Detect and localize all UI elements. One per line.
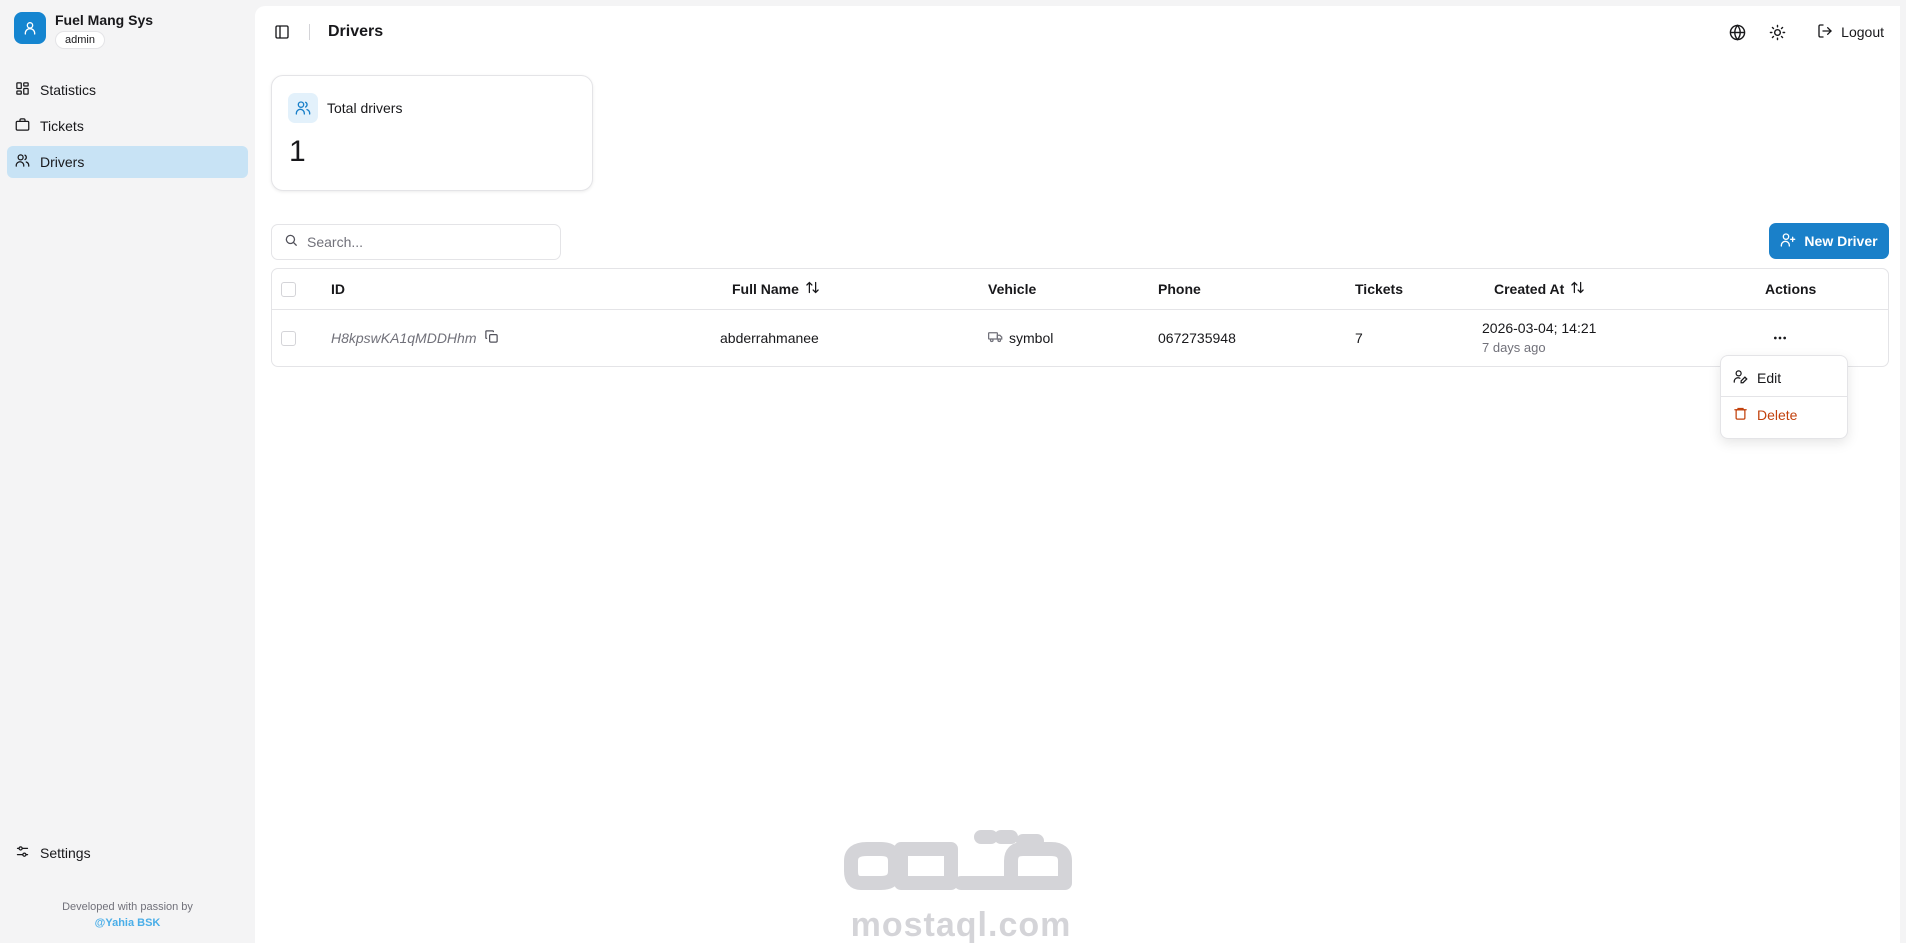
stat-value: 1	[289, 135, 306, 168]
watermark-text: mostaql.com	[850, 906, 1072, 943]
column-header-tickets: Tickets	[1355, 281, 1403, 297]
dashboard-icon	[15, 81, 30, 99]
logout-icon	[1817, 23, 1833, 42]
globe-icon[interactable]	[1727, 22, 1747, 42]
row-actions-button[interactable]	[1768, 326, 1792, 350]
column-header-actions: Actions	[1765, 281, 1817, 297]
sidebar-item-statistics[interactable]: Statistics	[7, 74, 248, 106]
column-header-label: Full Name	[732, 281, 799, 297]
sidebar-item-label: Settings	[40, 845, 91, 861]
sidebar: Fuel Mang Sys admin Statistics Tickets D…	[0, 0, 255, 943]
sidebar-nav: Statistics Tickets Drivers	[0, 62, 255, 178]
brand[interactable]: Fuel Mang Sys admin	[0, 0, 255, 62]
row-checkbox[interactable]	[281, 330, 296, 346]
sort-icon	[1570, 280, 1585, 298]
topbar: Drivers Logout	[255, 6, 1900, 58]
column-header-phone: Phone	[1158, 281, 1201, 297]
sidebar-item-settings[interactable]: Settings	[7, 837, 248, 869]
trash-icon	[1733, 406, 1748, 424]
page-title: Drivers	[328, 23, 384, 40]
created-relative: 7 days ago	[1482, 340, 1546, 355]
new-driver-button[interactable]: New Driver	[1769, 223, 1889, 259]
drivers-table: ID Full Name Vehicle Phone Tickets Creat…	[271, 268, 1889, 367]
truck-icon	[988, 329, 1003, 347]
driver-vehicle: symbol	[1009, 330, 1054, 346]
role-badge: admin	[55, 31, 105, 49]
credit-author-link[interactable]: @Yahia BSK	[7, 915, 248, 931]
logout-label: Logout	[1841, 24, 1884, 40]
new-driver-label: New Driver	[1804, 233, 1878, 249]
brand-title: Fuel Mang Sys	[55, 12, 154, 28]
users-icon	[15, 153, 30, 171]
sliders-icon	[15, 844, 30, 862]
search-input[interactable]	[307, 234, 547, 250]
logout-button[interactable]: Logout	[1817, 23, 1884, 42]
total-drivers-card: Total drivers 1	[271, 75, 593, 191]
menu-item-edit[interactable]: Edit	[1725, 360, 1843, 396]
sidebar-item-label: Tickets	[40, 118, 84, 134]
watermark: mostaql.com	[841, 821, 1081, 943]
column-header-created-at[interactable]: Created At	[1494, 280, 1585, 298]
driver-created-at-cell: 2026-03-04; 14:21 7 days ago	[1482, 318, 1596, 358]
menu-delete-label: Delete	[1757, 407, 1798, 423]
users-icon	[288, 93, 318, 123]
created-date: 2026-03-04; 14:21	[1482, 320, 1597, 336]
credit: Developed with passion by @Yahia BSK	[7, 899, 248, 931]
column-header-id: ID	[331, 281, 345, 297]
sort-icon	[805, 280, 820, 298]
table-row: H8kpswKA1qMDDHhm abderrahmanee symbol 06…	[272, 310, 1888, 366]
menu-item-delete[interactable]: Delete	[1725, 397, 1843, 433]
divider	[309, 24, 310, 40]
sidebar-item-label: Statistics	[40, 82, 97, 98]
driver-id-cell: H8kpswKA1qMDDHhm	[331, 329, 499, 347]
driver-phone: 0672735948	[1158, 330, 1236, 346]
edit-user-icon	[1733, 369, 1748, 387]
user-icon	[14, 12, 46, 44]
column-header-vehicle: Vehicle	[988, 281, 1037, 297]
driver-id: H8kpswKA1qMDDHhm	[331, 330, 477, 346]
sidebar-item-drivers[interactable]: Drivers	[7, 146, 248, 178]
column-header-label: Created At	[1494, 281, 1565, 297]
copy-icon[interactable]	[484, 329, 499, 347]
user-plus-icon	[1780, 232, 1796, 251]
sidebar-toggle-icon[interactable]	[271, 21, 293, 43]
more-horizontal-icon	[1768, 326, 1792, 350]
search-box	[271, 224, 561, 260]
ticket-icon	[15, 117, 30, 135]
row-actions-menu: Edit Delete	[1720, 355, 1848, 439]
driver-full-name: abderrahmanee	[720, 330, 819, 346]
sidebar-item-label: Drivers	[40, 154, 85, 170]
table-header: ID Full Name Vehicle Phone Tickets Creat…	[272, 269, 1888, 310]
credit-text: Developed with passion by	[62, 901, 193, 913]
sun-icon[interactable]	[1767, 22, 1787, 42]
driver-tickets: 7	[1355, 330, 1363, 346]
stat-label: Total drivers	[327, 100, 403, 116]
sidebar-item-tickets[interactable]: Tickets	[7, 110, 248, 142]
menu-edit-label: Edit	[1757, 370, 1782, 386]
search-icon	[284, 233, 298, 252]
select-all-checkbox[interactable]	[281, 281, 296, 297]
driver-vehicle-cell: symbol	[988, 329, 1053, 347]
watermark-logo-icon	[844, 830, 1072, 890]
main-content: Drivers Logout Total drivers 1 Search...…	[255, 6, 1900, 943]
column-header-full-name[interactable]: Full Name	[732, 280, 820, 298]
